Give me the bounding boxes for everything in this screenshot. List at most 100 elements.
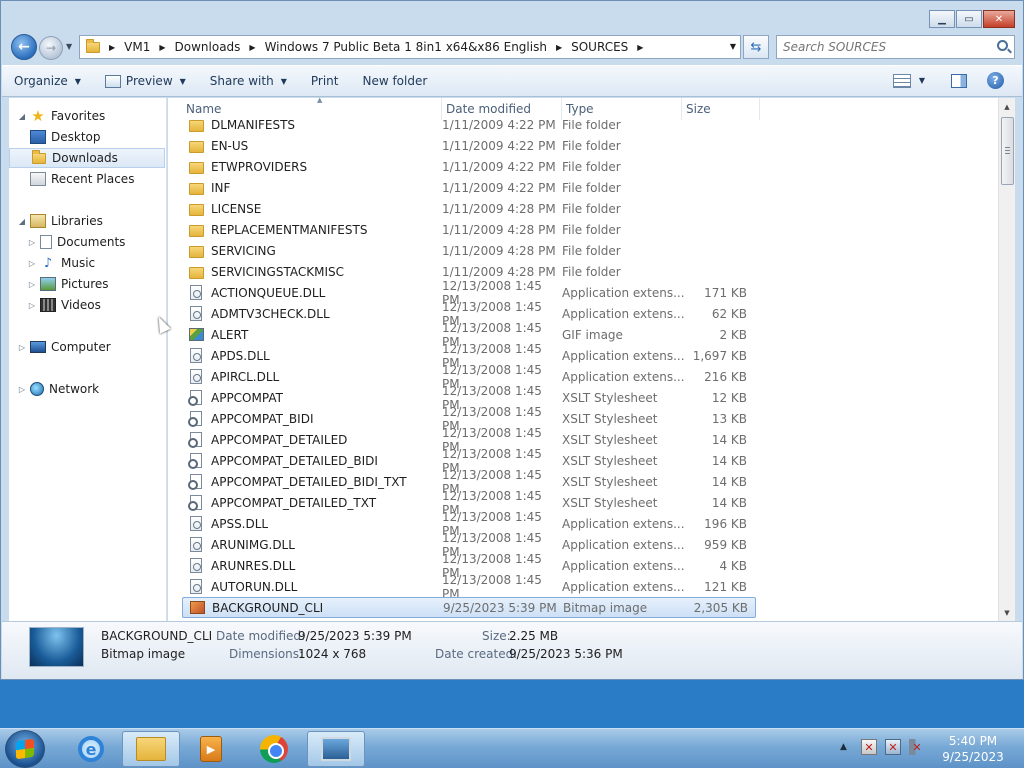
expand-arrow-icon[interactable]: ▷	[27, 301, 37, 310]
breadcrumb-chevron-icon[interactable]: ▶	[637, 43, 643, 52]
nav-label: Favorites	[51, 109, 106, 123]
clock[interactable]: 5:40 PM 9/25/2023	[938, 733, 1008, 765]
nav-item-network[interactable]: ▷ Network	[9, 379, 165, 399]
address-dropdown-icon[interactable]: ▼	[730, 42, 736, 51]
file-name: INF	[211, 180, 231, 195]
file-row[interactable]: DLMANIFESTS 1/11/2009 4:22 PM File folder	[182, 120, 756, 135]
taskbar-media-player[interactable]: ▶	[182, 731, 240, 767]
address-bar[interactable]: ▶ VM1 ▶ Downloads ▶ Windows 7 Public Bet…	[79, 35, 741, 59]
maximize-button[interactable]: ▭	[956, 10, 982, 28]
print-button[interactable]: Print	[299, 66, 351, 96]
file-row[interactable]: EN-US 1/11/2009 4:22 PM File folder	[182, 135, 756, 156]
nav-item-downloads[interactable]: Downloads	[9, 148, 165, 168]
chevron-down-icon: ▼	[74, 76, 81, 86]
file-name: APPCOMPAT_BIDI	[211, 411, 314, 426]
network-status-icon[interactable]: ✕	[884, 739, 901, 755]
search-box[interactable]	[776, 35, 1015, 59]
column-header-size[interactable]: Size	[682, 98, 760, 120]
search-icon[interactable]	[997, 40, 1008, 51]
scroll-up-icon[interactable]: ▲	[999, 98, 1015, 115]
vertical-scrollbar[interactable]: ▲ ▼	[998, 98, 1015, 621]
search-input[interactable]	[783, 40, 983, 54]
nav-item-desktop[interactable]: Desktop	[9, 127, 165, 147]
collapse-arrow-icon[interactable]: ◢	[17, 112, 27, 121]
file-size: 62 KB	[711, 306, 747, 321]
scroll-down-icon[interactable]: ▼	[999, 604, 1015, 621]
file-name-cell: APPCOMPAT_DETAILED_BIDI	[182, 453, 442, 469]
volume-muted-icon[interactable]: ✕	[908, 739, 925, 755]
taskbar-chrome[interactable]	[245, 731, 303, 767]
file-name-cell: APSS.DLL	[182, 516, 442, 532]
refresh-button[interactable]: ⇆	[743, 35, 769, 59]
view-dropdown-icon[interactable]: ▼	[919, 76, 925, 85]
nav-item-favorites[interactable]: ◢ ★ Favorites	[9, 106, 165, 126]
taskbar-internet-explorer[interactable]: e	[62, 731, 120, 767]
network-icon	[30, 382, 44, 396]
taskbar-picture-viewer[interactable]	[307, 731, 365, 767]
breadcrumb-chevron-icon[interactable]: ▶	[109, 43, 115, 52]
taskbar-windows-explorer[interactable]	[122, 731, 180, 767]
nav-item-pictures[interactable]: ▷ Pictures	[9, 274, 165, 294]
new-folder-button[interactable]: New folder	[350, 66, 439, 96]
file-type: Application extens...	[562, 285, 685, 300]
file-row[interactable]: BACKGROUND_CLI 9/25/2023 5:39 PM Bitmap im…	[182, 597, 756, 618]
organize-label: Organize	[14, 74, 68, 88]
close-button[interactable]: ✕	[983, 10, 1015, 28]
column-header-date-modified[interactable]: Date modified	[442, 98, 562, 120]
dll-file-icon	[188, 369, 204, 385]
file-date-modified: 1/11/2009 4:22 PM	[442, 180, 556, 195]
back-button[interactable]: ←	[11, 34, 37, 60]
forward-button[interactable]: →	[39, 36, 63, 60]
file-row[interactable]: AUTORUN.DLL 12/13/2008 1:45 PM Application…	[182, 573, 756, 601]
scrollbar-thumb[interactable]	[1001, 117, 1014, 185]
action-center-flag-icon[interactable]: ✕	[860, 739, 877, 755]
nav-item-videos[interactable]: ▷ Videos	[9, 295, 165, 315]
expand-arrow-icon[interactable]: ▷	[17, 343, 27, 352]
column-header-name[interactable]: Name	[182, 98, 442, 120]
expand-arrow-icon[interactable]: ▷	[27, 259, 37, 268]
breadcrumb-downloads[interactable]: Downloads	[175, 40, 241, 54]
breadcrumb-chevron-icon[interactable]: ▶	[159, 43, 165, 52]
expand-arrow-icon[interactable]: ▷	[17, 385, 27, 394]
collapse-arrow-icon[interactable]: ◢	[17, 217, 27, 226]
expand-arrow-icon[interactable]: ▷	[27, 238, 37, 247]
file-type: File folder	[562, 201, 621, 216]
minimize-button[interactable]: ▁	[929, 10, 955, 28]
expand-arrow-icon[interactable]: ▷	[27, 280, 37, 289]
file-row[interactable]: REPLACEMENTMANIFESTS 1/11/2009 4:28 PM Fil…	[182, 219, 756, 240]
nav-label: Network	[49, 382, 100, 396]
breadcrumb-chevron-icon[interactable]: ▶	[249, 43, 255, 52]
xslt-file-icon	[188, 453, 204, 469]
help-icon[interactable]: ?	[987, 72, 1004, 89]
nav-item-documents[interactable]: ▷ Documents	[9, 232, 165, 252]
nav-item-libraries[interactable]: ◢ Libraries	[9, 211, 165, 231]
file-row[interactable]: ETWPROVIDERS 1/11/2009 4:22 PM File folder	[182, 156, 756, 177]
file-row[interactable]: LICENSE 1/11/2009 4:28 PM File folder	[182, 198, 756, 219]
file-name: APIRCL.DLL	[211, 369, 280, 384]
change-view-icon[interactable]	[892, 73, 911, 88]
organize-button[interactable]: Organize ▼	[2, 66, 93, 96]
nav-item-recent-places[interactable]: Recent Places	[9, 169, 165, 189]
nav-item-music[interactable]: ▷ ♪ Music	[9, 253, 165, 273]
recent-pages-dropdown[interactable]: ▼	[66, 42, 72, 51]
nav-item-computer[interactable]: ▷ Computer	[9, 337, 165, 357]
show-hidden-icons-icon[interactable]: ▲	[840, 742, 847, 752]
preview-button[interactable]: Preview ▼	[93, 66, 198, 96]
file-row[interactable]: INF 1/11/2009 4:22 PM File folder	[182, 177, 756, 198]
breadcrumb-vm1[interactable]: VM1	[124, 40, 150, 54]
start-button[interactable]	[5, 730, 45, 768]
preview-pane-icon[interactable]	[951, 73, 967, 88]
file-type: Application extens...	[562, 369, 685, 384]
file-type: Application extens...	[562, 348, 685, 363]
breadcrumb-windows7[interactable]: Windows 7 Public Beta 1 8in1 x64&x86 Eng…	[265, 40, 547, 54]
nav-label: Videos	[61, 298, 101, 312]
breadcrumb-sources[interactable]: SOURCES	[571, 40, 628, 54]
file-type: XSLT Stylesheet	[562, 495, 658, 510]
nav-label: Desktop	[51, 130, 101, 144]
column-header-type[interactable]: Type	[562, 98, 682, 120]
windows-explorer-icon	[136, 737, 166, 761]
file-row[interactable]: SERVICING 1/11/2009 4:28 PM File folder	[182, 240, 756, 261]
file-name: ALERT	[211, 327, 249, 342]
breadcrumb-chevron-icon[interactable]: ▶	[556, 43, 562, 52]
share-with-button[interactable]: Share with ▼	[198, 66, 299, 96]
